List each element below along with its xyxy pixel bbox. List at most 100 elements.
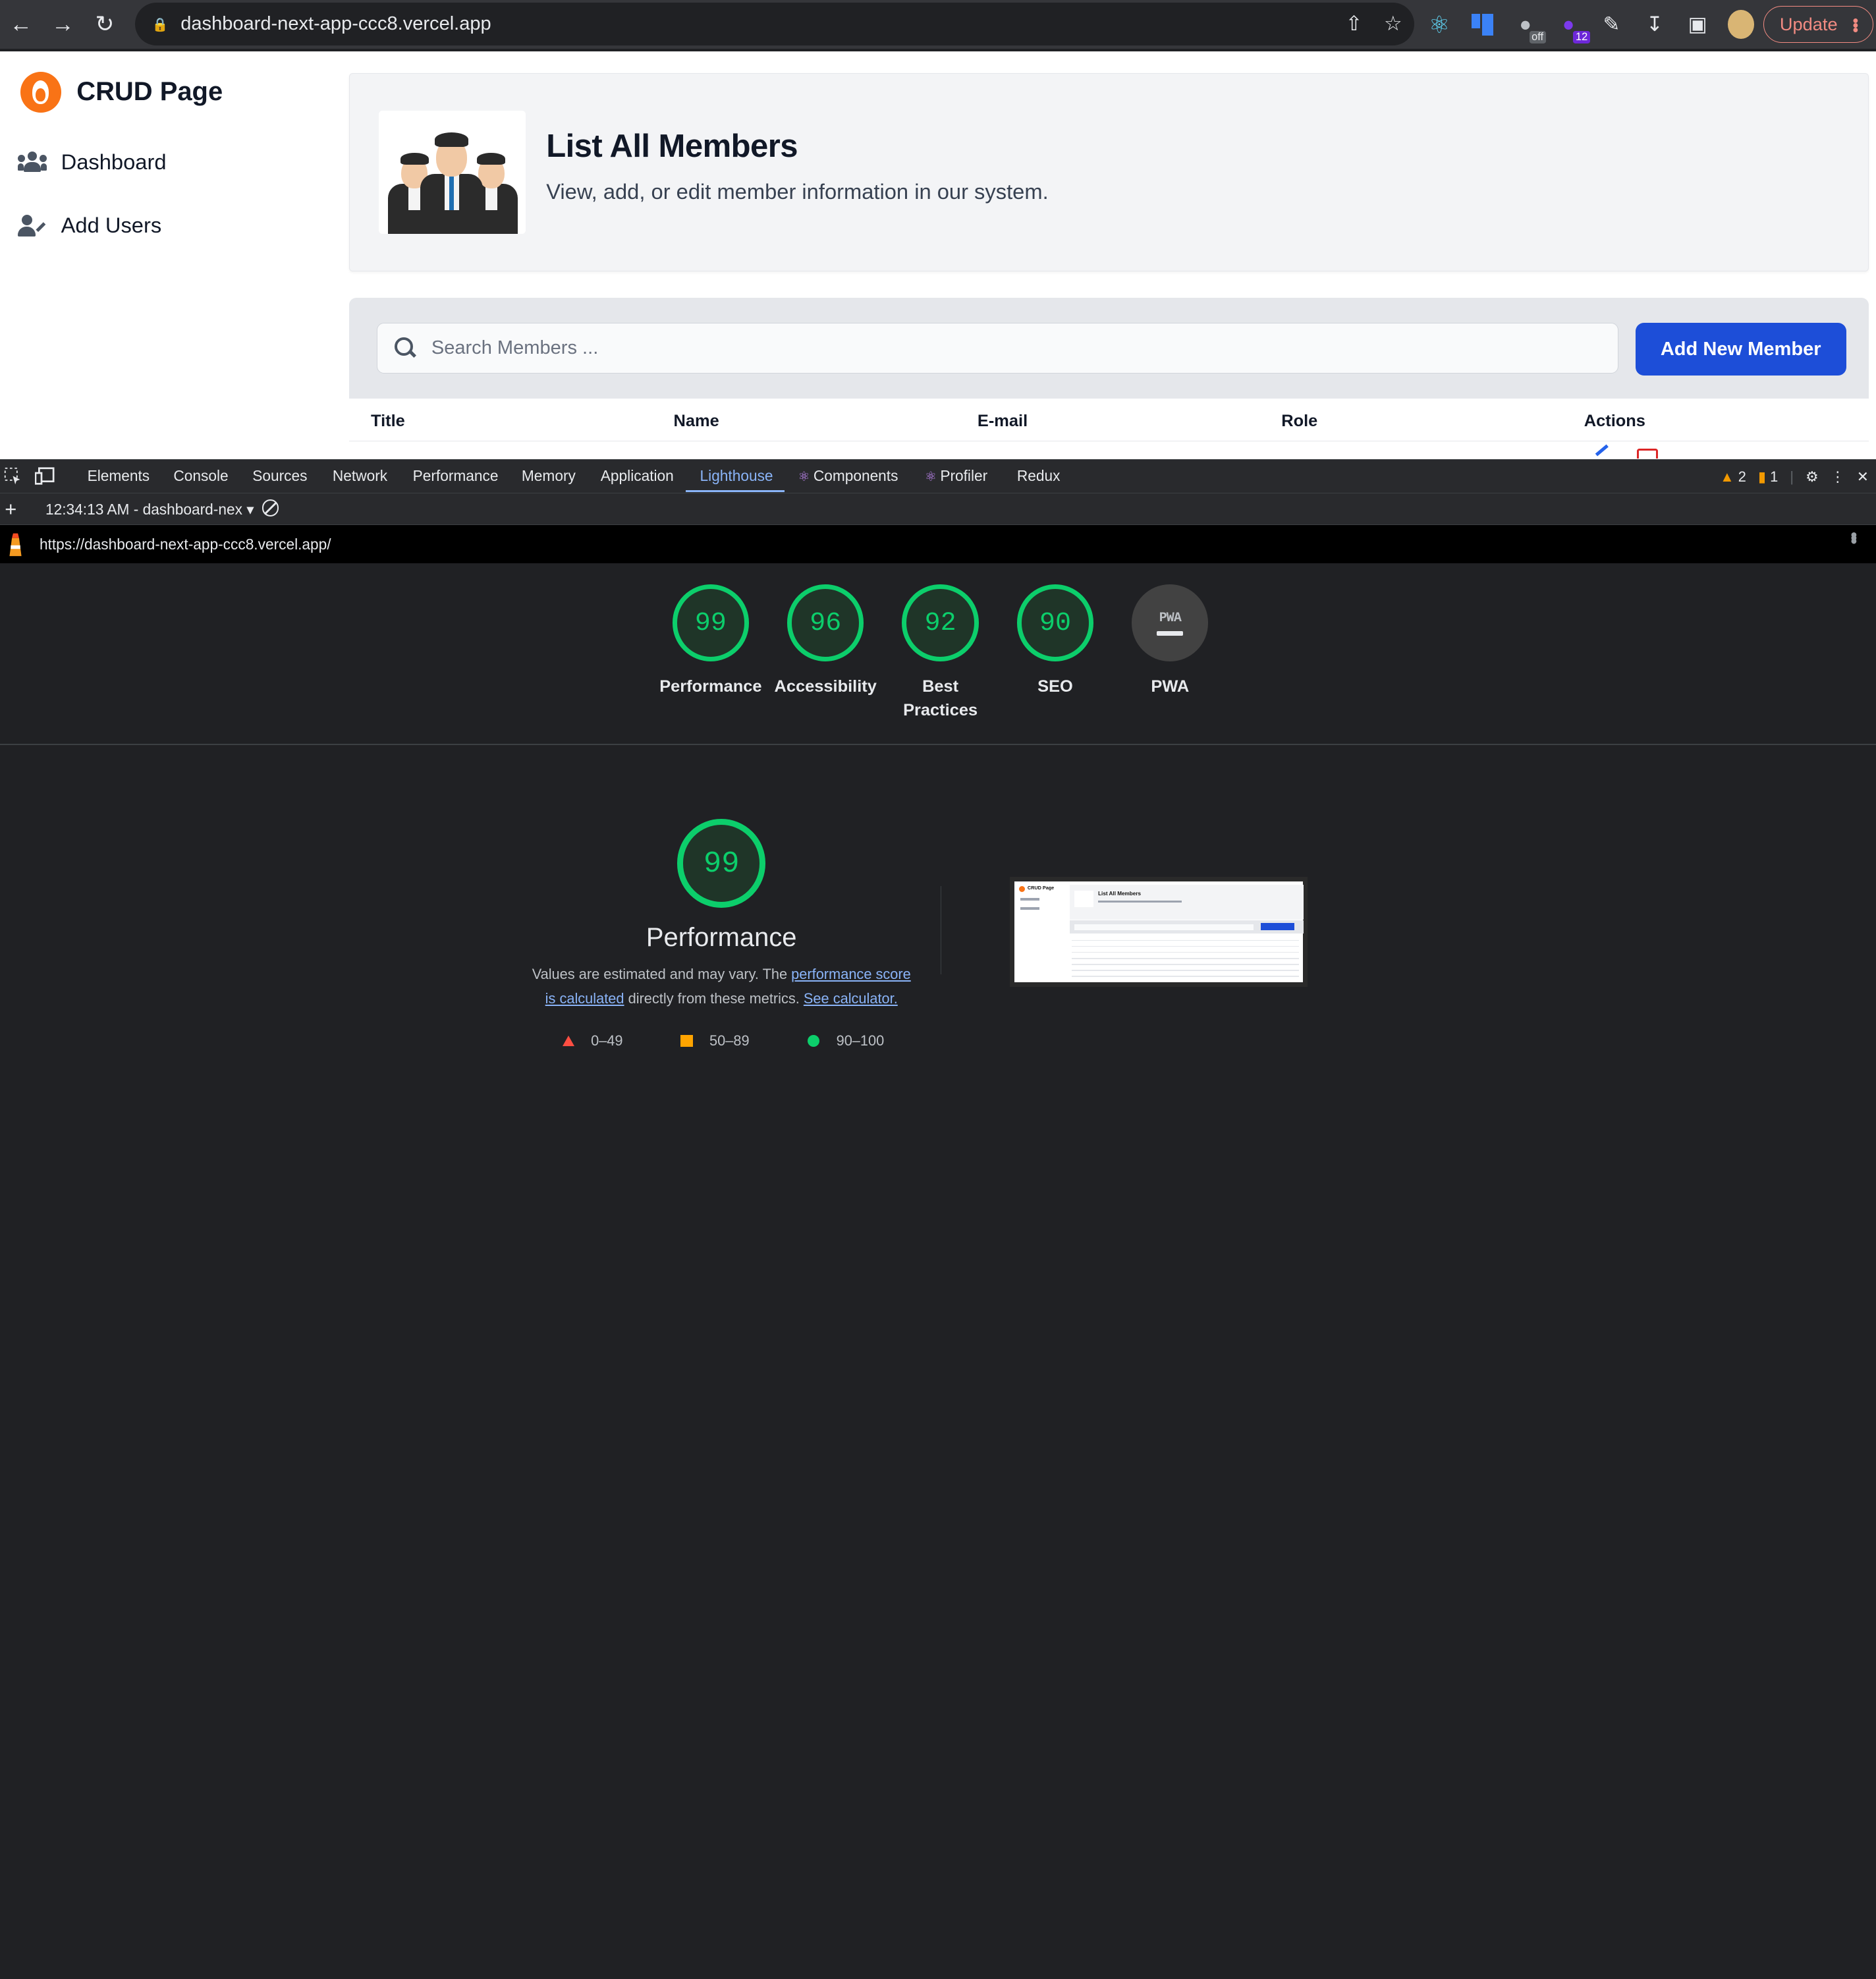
legend-average: 50–89 (680, 1032, 750, 1049)
tab-profiler[interactable]: ⚛ Profiler (925, 467, 987, 485)
address-url[interactable]: dashboard-next-app-ccc8.vercel.app (180, 13, 491, 35)
warnings-counter[interactable]: ▲ 2 (1720, 468, 1746, 486)
tab-application[interactable]: Application (601, 467, 674, 485)
react-icon: ⚛ (924, 470, 937, 485)
devtools-status-area: ▲ 2 ▮ 1 | ⚙ ⋮ ✕ (1720, 460, 1869, 493)
score-ring: 96 (787, 584, 864, 661)
browser-toolbar: ← → ↻ 🔒 dashboard-next-app-ccc8.vercel.a… (0, 0, 1876, 49)
more-icon[interactable]: ••• (1846, 18, 1865, 32)
tab-memory[interactable]: Memory (522, 467, 576, 485)
gauge-seo[interactable]: 90 SEO (1001, 584, 1109, 698)
column-header-name: Name (673, 411, 719, 430)
sidebar-item-dashboard[interactable]: Dashboard (18, 150, 167, 175)
tab-performance[interactable]: Performance (413, 467, 499, 485)
gauge-best-practices[interactable]: 92 Best Practices (887, 584, 994, 722)
gauge-performance[interactable]: 99 Performance (657, 584, 764, 698)
vertical-separator (940, 886, 942, 975)
column-header-role: Role (1281, 411, 1318, 430)
members-toolbar: Add New Member (349, 298, 1869, 399)
react-devtools-extension-icon[interactable]: ⚛ (1426, 11, 1452, 38)
tab-components[interactable]: ⚛ Components (798, 467, 898, 485)
score-ring: 90 (1016, 584, 1094, 661)
tab-lighthouse[interactable]: Lighthouse (700, 467, 773, 485)
clear-reports-icon[interactable] (262, 499, 279, 516)
report-menu-icon[interactable]: ••• (1842, 532, 1864, 541)
forward-arrow-icon[interactable]: → (42, 0, 84, 49)
side-panel-icon[interactable]: ▣ (1684, 11, 1711, 38)
settings-gear-icon[interactable]: ⚙ (1806, 468, 1819, 486)
sidebar-item-label: Dashboard (61, 150, 167, 175)
lock-icon[interactable]: 🔒 (152, 16, 169, 32)
delete-icon[interactable] (1636, 449, 1659, 459)
score-ring: 92 (902, 584, 979, 661)
tab-console[interactable]: Console (173, 467, 228, 485)
off-extension-icon[interactable]: ● off (1512, 11, 1546, 44)
share-icon[interactable]: ⇧ (1345, 12, 1362, 36)
fail-triangle-icon (562, 1035, 574, 1046)
desc-text: directly from these metrics. (624, 990, 804, 1007)
sidebar-item-add-users[interactable]: Add Users (18, 213, 161, 238)
extensions-area: ⚛ ● off ● 12 ✎ ↧ ▣ (1426, 0, 1754, 49)
sidebar: CRUD Page Dashboard Add Users (0, 51, 329, 460)
download-icon[interactable]: ↧ (1642, 11, 1668, 38)
members-table-header: Title Name E-mail Role Actions (349, 398, 1869, 442)
tab-redux[interactable]: Redux (1017, 467, 1061, 485)
tab-sources[interactable]: Sources (252, 467, 307, 485)
desc-text: Values are estimated and may vary. The (532, 966, 792, 983)
puzzle-icon[interactable]: ✎ (1599, 11, 1625, 38)
omnibox-actions: ⇧ ☆ (1345, 3, 1402, 45)
tab-elements[interactable]: Elements (88, 467, 150, 485)
devtools-tab-bar: Elements Console Sources Network Perform… (0, 460, 1876, 494)
messages-counter[interactable]: ▮ 1 (1758, 468, 1778, 486)
edit-icon[interactable] (1595, 444, 1609, 457)
legend-pass: 90–100 (808, 1032, 884, 1049)
bookmark-star-icon[interactable]: ☆ (1384, 12, 1402, 36)
thumb-brand: CRUD Page (1027, 884, 1055, 891)
gauge-pwa[interactable]: PWA PWA (1117, 584, 1224, 698)
gauge-accessibility[interactable]: 96 Accessibility (772, 584, 879, 698)
blue-extension-icon[interactable] (1469, 11, 1495, 38)
tab-network[interactable]: Network (333, 467, 387, 485)
purple-extension-icon[interactable]: ● 12 (1555, 11, 1590, 44)
pwa-badge-icon: PWA (1132, 584, 1209, 661)
kebab-menu-icon[interactable]: ⋮ (1831, 468, 1845, 486)
section-divider (0, 743, 1876, 745)
update-button[interactable]: Update ••• (1763, 6, 1874, 43)
search-icon (394, 337, 416, 359)
report-selector[interactable]: 12:34:13 AM - dashboard-nex ▾ (45, 501, 254, 518)
address-bar[interactable]: 🔒 dashboard-next-app-ccc8.vercel.app ⇧ ☆ (135, 2, 1414, 45)
gauge-label: Performance (659, 677, 762, 696)
audited-url[interactable]: https://dashboard-next-app-ccc8.vercel.a… (40, 536, 331, 553)
devtools-panel: Elements Console Sources Network Perform… (0, 459, 1876, 1089)
device-toolbar-icon[interactable] (34, 466, 55, 486)
lighthouse-url-bar: https://dashboard-next-app-ccc8.vercel.a… (0, 524, 1876, 563)
page-subtitle: View, add, or edit member information in… (546, 179, 1049, 204)
messages-count: 1 (1770, 468, 1779, 485)
close-icon[interactable]: ✕ (1857, 468, 1869, 486)
user-edit-icon (18, 214, 47, 237)
page-screenshot-thumbnail[interactable]: CRUD Page List All Members (1009, 876, 1308, 987)
legend-range: 50–89 (709, 1032, 750, 1049)
divider: | (1790, 468, 1794, 485)
search-box[interactable] (377, 323, 1619, 374)
flame-logo-icon (20, 71, 61, 113)
performance-heading: Performance (646, 923, 797, 953)
profile-avatar[interactable] (1727, 10, 1754, 40)
back-arrow-icon[interactable]: ← (0, 0, 42, 49)
column-header-title: Title (371, 411, 405, 430)
page-title: List All Members (546, 128, 798, 164)
add-new-member-button[interactable]: Add New Member (1635, 323, 1846, 376)
pwa-badge-text: PWA (1159, 609, 1182, 625)
see-calculator-link[interactable]: See calculator. (804, 990, 898, 1007)
thumb-title: List All Members (1098, 891, 1142, 897)
inspect-element-icon[interactable] (3, 466, 22, 486)
reload-icon[interactable]: ↻ (84, 0, 126, 49)
performance-score-gauge: 99 (677, 819, 766, 908)
brand[interactable]: CRUD Page (20, 71, 223, 113)
web-page: CRUD Page Dashboard Add Users List All M… (0, 51, 1876, 460)
search-input[interactable] (431, 337, 1508, 360)
new-report-plus-icon[interactable]: + (5, 497, 16, 521)
tab-label: Components (813, 467, 898, 485)
gauge-label: Accessibility (774, 677, 877, 696)
warnings-count: 2 (1738, 468, 1746, 485)
